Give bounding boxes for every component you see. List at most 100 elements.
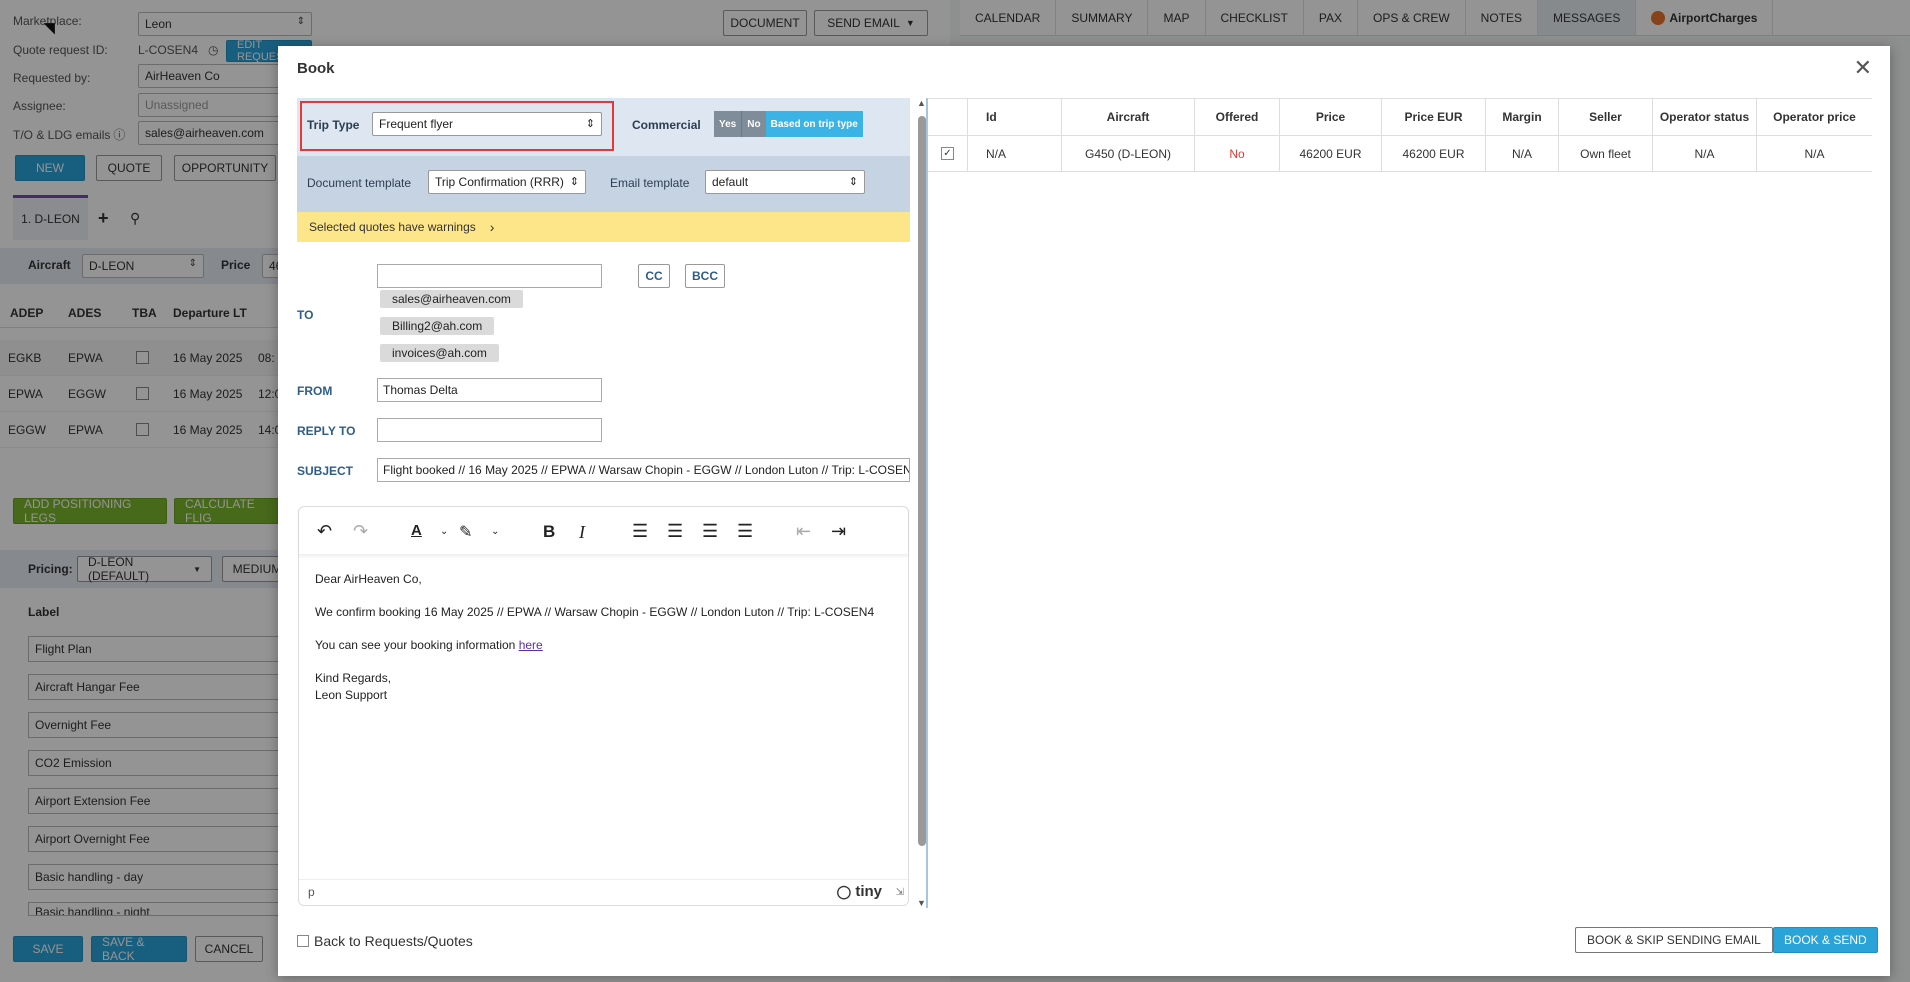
editor-statusbar: p ◯ tiny ⇲ — [299, 879, 908, 905]
trip-type-label: Trip Type — [307, 118, 360, 132]
col-aircraft[interactable]: Aircraft — [1062, 99, 1195, 135]
align-right-icon[interactable]: ☰ — [702, 521, 718, 542]
scroll-up-icon[interactable]: ▲ — [917, 98, 926, 108]
commercial-yes[interactable]: Yes — [714, 111, 742, 137]
col-operator-status[interactable]: Operator status — [1653, 99, 1757, 135]
col-price-eur[interactable]: Price EUR — [1382, 99, 1486, 135]
email-template-select[interactable]: default ⇕ — [705, 170, 865, 194]
cell-aircraft: G450 (D-LEON) — [1062, 136, 1195, 171]
quotes-pane: Id Aircraft Offered Price Price EUR Marg… — [926, 98, 1872, 908]
booking-info-text: You can see your booking information — [315, 638, 519, 652]
scroll-down-icon[interactable]: ▼ — [917, 898, 926, 908]
cell-operator-price: N/A — [1804, 146, 1825, 161]
row-select-cell: ✓ — [928, 136, 968, 171]
align-justify-icon[interactable]: ☰ — [737, 521, 753, 542]
email-template-value: default — [712, 175, 749, 189]
chevron-updown-icon: ⇕ — [569, 176, 579, 188]
tiny-logo-icon: ◯ — [836, 884, 852, 899]
back-to-requests-checkbox[interactable] — [297, 935, 309, 947]
book-and-send-button[interactable]: BOOK & SEND — [1773, 927, 1878, 953]
commercial-toggle[interactable]: Yes No Based on trip type — [714, 111, 863, 137]
to-input[interactable] — [377, 264, 602, 288]
reply-to-label: REPLY TO — [297, 424, 356, 438]
reply-to-field[interactable] — [377, 418, 602, 442]
cell-price: 46200 EUR — [1280, 136, 1382, 171]
align-center-icon[interactable]: ☰ — [667, 521, 683, 542]
commercial-no[interactable]: No — [741, 111, 766, 137]
confirm-line: We confirm booking 16 May 2025 // EPWA /… — [315, 605, 875, 619]
trip-type-value: Frequent flyer — [379, 117, 454, 131]
recipient-chip[interactable]: Billing2@ah.com — [380, 317, 495, 335]
outdent-icon[interactable]: ⇤ — [796, 521, 811, 542]
recipient-chip[interactable]: sales@airheaven.com — [380, 290, 523, 308]
chevron-down-icon[interactable]: ⌄ — [440, 526, 448, 537]
editor-toolbar: ↶ ↷ A ⌄ ✎ ⌄ B I ☰ ☰ ☰ ☰ ⇤ ⇥ — [299, 507, 908, 555]
element-path[interactable]: p — [308, 885, 315, 899]
signature-line: Leon Support — [315, 688, 388, 702]
col-price[interactable]: Price — [1280, 99, 1382, 135]
quotes-table-header: Id Aircraft Offered Price Price EUR Marg… — [928, 98, 1872, 136]
to-label: TO — [297, 308, 314, 322]
booking-info-line: You can see your booking information her… — [315, 637, 905, 654]
chevron-right-icon: › — [489, 219, 495, 235]
tiny-logo[interactable]: ◯ tiny — [837, 883, 882, 900]
back-to-requests-label: Back to Requests/Quotes — [314, 933, 473, 949]
rich-text-editor: ↶ ↷ A ⌄ ✎ ⌄ B I ☰ ☰ ☰ ☰ ⇤ ⇥ Dear AirHeav… — [298, 506, 909, 906]
from-field[interactable]: Thomas Delta — [377, 378, 602, 402]
modal-scrollbar[interactable]: ▲ ▼ — [916, 98, 926, 908]
cell-offered: No — [1195, 136, 1280, 171]
warning-text: Selected quotes have warnings — [309, 220, 476, 234]
col-operator-price[interactable]: Operator price — [1757, 99, 1872, 135]
commercial-label: Commercial — [632, 118, 701, 132]
subject-label: SUBJECT — [297, 464, 354, 478]
document-template-select[interactable]: Trip Confirmation (RRR) ⇕ — [428, 170, 586, 194]
commercial-based-on-trip-type[interactable]: Based on trip type — [765, 111, 863, 137]
col-seller[interactable]: Seller — [1559, 99, 1653, 135]
cell-margin: N/A — [1486, 136, 1559, 171]
indent-icon[interactable]: ⇥ — [831, 521, 846, 542]
from-label: FROM — [297, 384, 333, 398]
cell-seller: Own fleet — [1559, 136, 1653, 171]
bold-icon[interactable]: B — [543, 522, 555, 542]
col-offered[interactable]: Offered — [1195, 99, 1280, 135]
back-to-requests-option[interactable]: Back to Requests/Quotes — [297, 933, 473, 949]
redo-icon[interactable]: ↷ — [353, 521, 368, 542]
cc-button[interactable]: CC — [638, 264, 670, 288]
booking-link[interactable]: here — [519, 638, 543, 652]
align-left-icon[interactable]: ☰ — [632, 521, 648, 542]
book-skip-sending-email-button[interactable]: BOOK & SKIP SENDING EMAIL — [1575, 927, 1773, 953]
resize-handle-icon[interactable]: ⇲ — [896, 887, 904, 898]
cell-price-eur: 46200 EUR — [1382, 136, 1486, 171]
italic-icon[interactable]: I — [579, 522, 585, 543]
document-template-label: Document template — [307, 176, 412, 190]
undo-icon[interactable]: ↶ — [317, 521, 332, 542]
closing-line: Kind Regards, — [315, 671, 392, 685]
quote-row[interactable]: ✓ N/A G450 (D-LEON) No 46200 EUR 46200 E… — [928, 136, 1872, 172]
warnings-banner[interactable]: Selected quotes have warnings › — [297, 212, 910, 242]
text-color-icon[interactable]: A — [411, 522, 422, 539]
col-margin[interactable]: Margin — [1486, 99, 1559, 135]
cell-id: N/A — [968, 136, 1062, 171]
trip-type-select[interactable]: Frequent flyer ⇕ — [372, 112, 602, 136]
close-icon[interactable]: ✕ — [1854, 57, 1872, 79]
email-template-label: Email template — [610, 176, 690, 190]
chevron-down-icon[interactable]: ⌄ — [491, 526, 499, 537]
modal-title: Book — [297, 60, 335, 77]
quote-checkbox[interactable]: ✓ — [941, 147, 954, 160]
cell-operator-status: N/A — [1653, 136, 1757, 171]
chevron-updown-icon: ⇕ — [848, 176, 858, 188]
greeting-line: Dear AirHeaven Co, — [315, 572, 422, 586]
document-template-value: Trip Confirmation (RRR) — [435, 175, 564, 189]
highlight-color-icon[interactable]: ✎ — [459, 522, 472, 542]
recipient-chip[interactable]: invoices@ah.com — [380, 344, 499, 362]
editor-content[interactable]: Dear AirHeaven Co, We confirm booking 16… — [315, 571, 905, 704]
email-compose-pane: Trip Type Frequent flyer ⇕ Commercial Yes… — [297, 98, 926, 908]
subject-field[interactable]: Flight booked // 16 May 2025 // EPWA // … — [377, 458, 910, 482]
chevron-updown-icon: ⇕ — [585, 118, 595, 130]
select-column — [928, 99, 968, 135]
scroll-thumb[interactable] — [918, 116, 926, 846]
tiny-brand: tiny — [855, 883, 882, 900]
col-id[interactable]: Id — [968, 99, 1062, 135]
book-modal: Book ✕ Trip Type Frequent flyer ⇕ Commerc… — [278, 46, 1890, 976]
bcc-button[interactable]: BCC — [685, 264, 725, 288]
